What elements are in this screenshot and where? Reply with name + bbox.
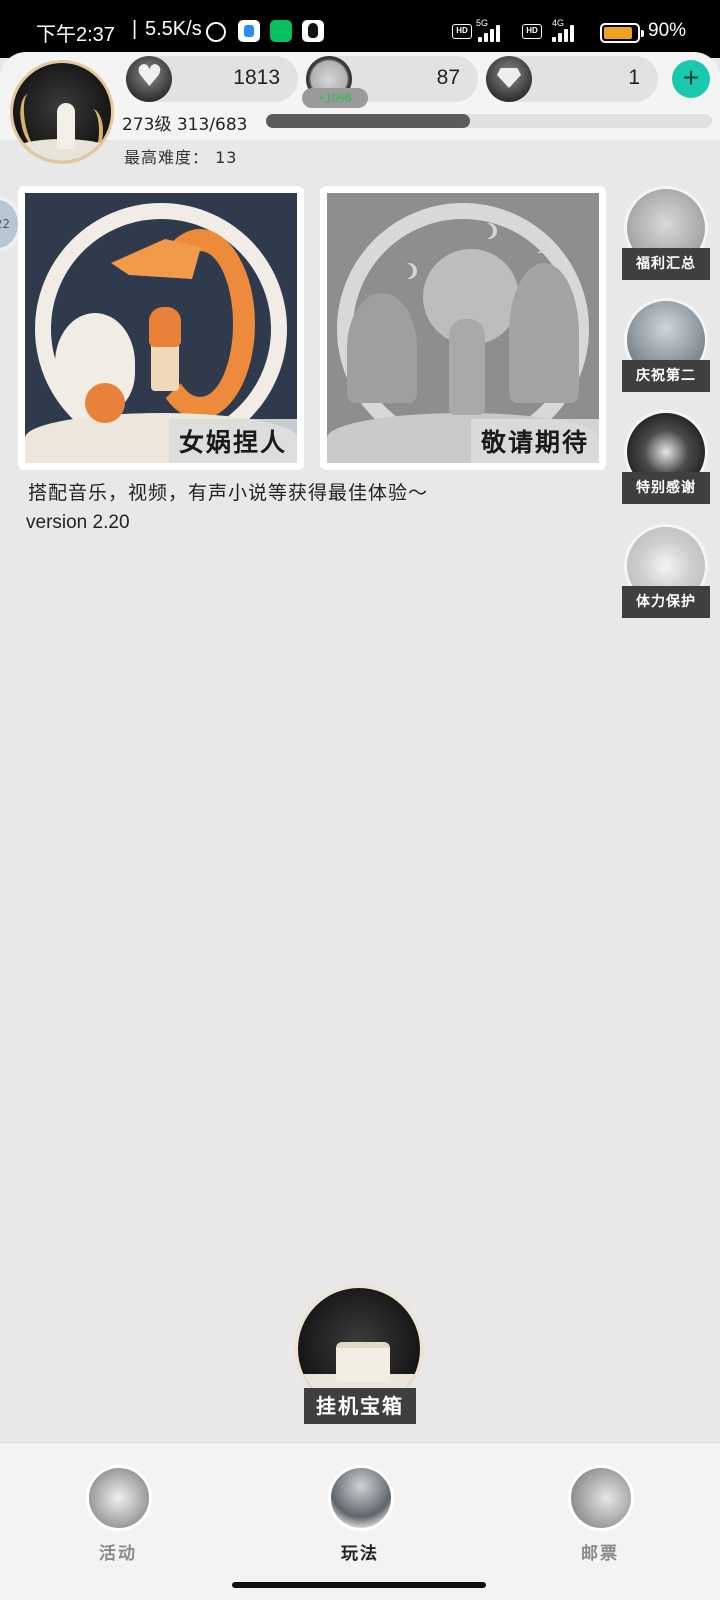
nav-tab-activities[interactable]: 活动 <box>58 1465 178 1565</box>
gameplay-icon <box>328 1465 394 1531</box>
hearts-counter[interactable]: 1813 <box>126 56 298 102</box>
side-menu-welfare[interactable]: 福利汇总 <box>622 186 710 282</box>
nav-tab-label: 邮票 <box>581 1544 619 1564</box>
battery-icon <box>600 23 644 43</box>
treasure-chest-icon <box>336 1342 390 1382</box>
diamonds-counter[interactable]: 1 <box>486 56 658 102</box>
battery-percent: 90% <box>648 20 687 41</box>
status-time: 下午2:37 <box>36 24 115 46</box>
game-card-art-nuwa: 女娲捏人 <box>25 193 297 463</box>
game-card-label: 敬请期待 <box>470 419 599 463</box>
xp-progress-bar <box>266 114 712 128</box>
qq-icon <box>302 20 324 42</box>
status-bar: 下午2:37 | 5.5K/s HD 5G HD 4G 90% <box>0 0 720 58</box>
nav-tab-label: 玩法 <box>341 1544 379 1564</box>
hd-icon-2: HD <box>522 24 542 39</box>
side-menu-thanks[interactable]: 特别感谢 <box>622 410 710 506</box>
max-difficulty-text: 最高难度： 13 <box>124 148 238 167</box>
bottom-navigation: 活动 玩法 邮票 <box>0 1442 720 1600</box>
side-menu-celebration[interactable]: 庆祝第二 <box>622 298 710 394</box>
xp-progress-fill <box>266 114 471 128</box>
stamps-icon <box>568 1465 634 1531</box>
signal-icon <box>478 24 506 42</box>
status-net-speed: 5.5K/s <box>145 18 202 40</box>
app-notification-icon <box>238 20 260 42</box>
idle-chest-label[interactable]: 挂机宝箱 <box>304 1388 416 1424</box>
version-text: version 2.20 <box>26 512 130 533</box>
game-card-nuwa[interactable]: 女娲捏人 <box>18 186 304 470</box>
player-avatar[interactable] <box>10 60 114 164</box>
level-text: 273级 313/683 <box>122 115 248 135</box>
side-menu-label: 体力保护 <box>622 586 710 618</box>
nav-tab-stamps[interactable]: 邮票 <box>540 1465 660 1565</box>
game-card-art-coming-soon: 敬请期待 <box>327 193 599 463</box>
alarm-icon <box>206 22 226 42</box>
game-card-coming-soon[interactable]: 敬请期待 <box>320 186 606 470</box>
side-menu-stamina-protection[interactable]: 体力保护 <box>622 524 710 620</box>
diamonds-value: 1 <box>628 66 640 89</box>
battery-fill <box>604 27 633 39</box>
nav-tab-gameplay[interactable]: 玩法 <box>300 1465 420 1565</box>
nav-tab-label: 活动 <box>99 1544 137 1564</box>
coin-gain-tag: +1096 <box>302 88 368 108</box>
hearts-value: 1813 <box>233 66 280 89</box>
activities-icon <box>86 1465 152 1531</box>
heart-icon <box>126 56 172 102</box>
side-menu-label: 福利汇总 <box>622 248 710 280</box>
game-card-label: 女娲捏人 <box>168 419 297 463</box>
wechat-icon <box>270 20 292 42</box>
hd-icon: HD <box>452 24 472 39</box>
tagline-text: 搭配音乐，视频，有声小说等获得最佳体验～ <box>28 482 429 504</box>
side-menu-label: 特别感谢 <box>622 472 710 504</box>
add-currency-button[interactable]: + <box>672 60 710 98</box>
status-separator: | <box>132 18 138 40</box>
coins-value: 87 <box>436 66 460 89</box>
signal-icon-2 <box>552 24 580 42</box>
diamond-icon <box>486 56 532 102</box>
side-menu-label: 庆祝第二 <box>622 360 710 392</box>
home-indicator[interactable] <box>232 1582 486 1588</box>
